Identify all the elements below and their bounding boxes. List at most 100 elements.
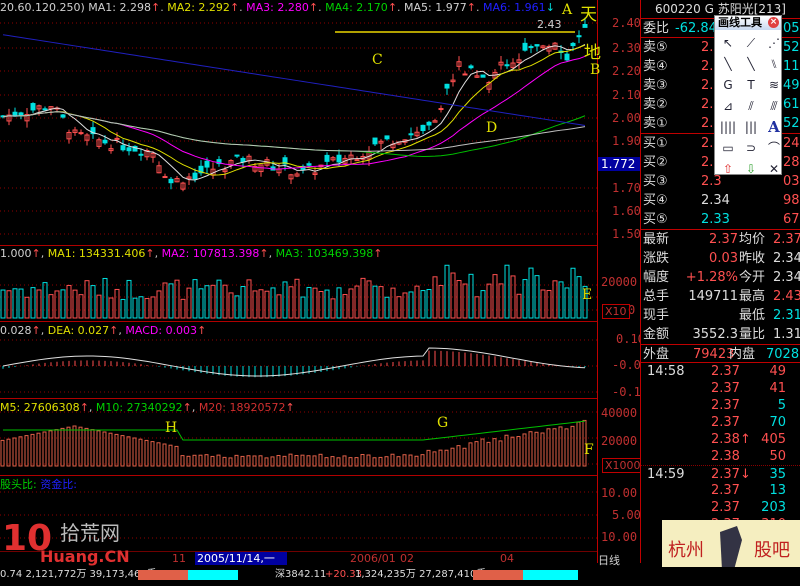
text-icon[interactable]: A <box>764 118 784 136</box>
ind3-bar <box>408 454 413 467</box>
indicator4-header: 股头比: 资金比: <box>0 478 77 491</box>
close-icon[interactable]: × <box>768 17 779 28</box>
candlestick <box>78 132 84 135</box>
down-arrow-icon[interactable]: ⇩ <box>741 160 761 178</box>
fan-line-icon[interactable]: ⟋ <box>741 34 761 52</box>
volume-bar <box>456 280 462 319</box>
date-label: 02 <box>400 552 414 565</box>
ind3-bar <box>264 457 269 467</box>
tick-price: 2.37 <box>711 415 740 430</box>
indicator3-header: M5: 27606308↑, M10: 27340292↑, M20: 1892… <box>0 401 295 414</box>
buy-level-label: 买⑤ <box>643 212 668 227</box>
parallel-channel-icon[interactable]: ⫽ <box>741 97 761 115</box>
arc-icon[interactable]: ⊃ <box>741 139 761 157</box>
volume-bar <box>552 280 558 319</box>
volume-bar <box>186 287 192 319</box>
ind3-bar <box>180 455 185 467</box>
annotation-tian: 天 <box>580 5 597 25</box>
fib-time-icon[interactable]: ||| <box>741 118 761 136</box>
ind3-bar <box>48 430 53 467</box>
tick-volume: 203 <box>761 500 786 515</box>
ind3-bar <box>30 433 35 467</box>
cursor-icon[interactable]: ↖ <box>718 34 738 52</box>
price-tick: 2.30 <box>612 41 641 55</box>
tick-price: 2.37 <box>711 364 740 379</box>
ind3-bar <box>144 439 149 467</box>
sells-volume: 524 <box>783 116 800 131</box>
sh-index-summary: 0.74 2,121,772万 39,173,464手 <box>0 569 157 580</box>
stat-value: 2.37 <box>709 232 738 247</box>
tick-price: 2.37 <box>711 500 740 515</box>
volume-bar <box>498 283 504 319</box>
date-label: 11 <box>172 552 186 565</box>
volume-bar <box>24 296 30 319</box>
stat-value: 0.03 <box>709 251 738 266</box>
line-icon[interactable]: ╲ <box>718 55 738 73</box>
ind3-bar <box>102 431 107 467</box>
ind3-bar <box>378 456 383 467</box>
stat-label: 最新 <box>643 232 670 247</box>
parallel-ray-icon[interactable]: ⑊ <box>764 55 784 73</box>
candlestick <box>60 114 66 118</box>
ind3-bar <box>132 437 137 467</box>
ind3-unit: X1000 <box>602 458 644 473</box>
volume-bar <box>486 283 492 319</box>
channel-icon[interactable]: ⊿ <box>718 97 738 115</box>
ind3-bar <box>504 434 509 467</box>
volume-bar <box>60 289 66 319</box>
macd-header: 0.028↑, DEA: 0.027↑, MACD: 0.003↑ <box>0 324 207 337</box>
golden-section-icon[interactable]: G <box>718 76 738 94</box>
ray-icon[interactable]: ╲ <box>741 55 761 73</box>
speed-fan-icon[interactable]: ⋰ <box>764 34 784 52</box>
volume-bar <box>366 280 372 319</box>
volume-bar <box>372 285 378 319</box>
rectangle-icon[interactable]: ▭ <box>718 139 738 157</box>
candlestick <box>534 44 540 47</box>
ind3-bar <box>240 455 245 467</box>
percent-line-icon[interactable]: T <box>741 76 761 94</box>
high-price-label: 2.43 <box>537 18 562 31</box>
price-tick: 2.20 <box>612 64 641 78</box>
candlestick <box>576 35 582 38</box>
volume-bar <box>438 284 444 319</box>
candlestick <box>120 145 126 151</box>
volume-bar <box>462 283 468 319</box>
chart-canvas[interactable] <box>0 0 597 563</box>
volume-bar <box>210 284 216 319</box>
price-tick: 1.90 <box>612 134 641 148</box>
period-label[interactable]: 日线 <box>598 552 620 568</box>
volume-bar <box>174 279 180 319</box>
cycle-lines-icon[interactable]: |||| <box>718 118 738 136</box>
stat-value: 2.34 <box>773 270 800 285</box>
candlestick <box>444 83 450 89</box>
inner-label: 内盘 <box>729 347 756 362</box>
volume-bar <box>234 295 240 319</box>
fibonacci-line-icon[interactable]: ≋ <box>764 76 784 94</box>
buy-price: 2.34 <box>701 193 730 208</box>
weibi-label: 委比 <box>643 21 670 36</box>
candlestick <box>138 153 144 156</box>
ind4-tick: 10.00 <box>601 486 638 500</box>
stat-value: 1.31 <box>773 327 800 342</box>
volume-bar <box>354 285 360 319</box>
svg-text:拾荒网: 拾荒网 <box>60 521 120 545</box>
up-arrow-icon[interactable]: ⇧ <box>718 160 738 178</box>
candlestick <box>42 108 48 111</box>
ind3-bar <box>558 426 563 467</box>
volume-bar <box>204 285 210 319</box>
tick-price: 2.37 <box>711 483 740 498</box>
svg-text:Huang.CN: Huang.CN <box>40 547 130 566</box>
buy-volume: 282 <box>783 155 800 170</box>
triple-channel-icon[interactable]: ⫻ <box>764 97 784 115</box>
sells-volume: 527 <box>783 40 800 55</box>
candlestick <box>30 103 36 111</box>
buy-volume: 677 <box>783 212 800 227</box>
volume-bar <box>564 287 570 319</box>
ind3-bar <box>372 457 377 467</box>
volume-bar <box>378 286 384 319</box>
sh-up-bar <box>138 570 188 580</box>
gann-icon[interactable]: ⌒ <box>764 139 784 157</box>
volume-bar <box>132 297 138 319</box>
drawing-tools-window[interactable]: 画线工具 × ↖ ⟋ ⋰ ╲ ╲ ⑊ G T ≋ ⊿ ⫽ ⫻ |||| ||| A ▭ ⊃ ⌒ ⇧ ⇩ ✕ <box>714 15 784 178</box>
erase-icon[interactable]: ✕ <box>764 160 784 178</box>
